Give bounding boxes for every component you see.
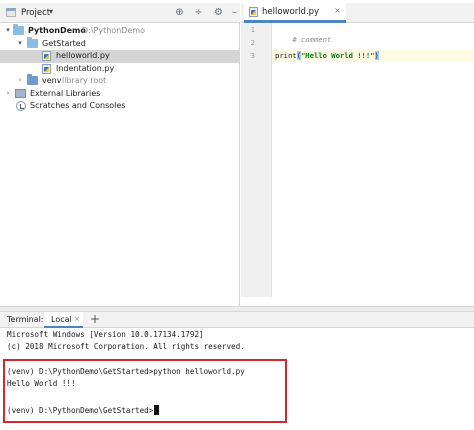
tree-item-label: Indentation.py bbox=[56, 63, 115, 73]
tree-item-label: venv bbox=[42, 76, 62, 85]
chevron-down-icon[interactable]: ▾ bbox=[16, 39, 24, 47]
tab-local[interactable]: Local × bbox=[44, 312, 83, 328]
terminal-label: Terminal: bbox=[7, 315, 44, 324]
line-number: 1 bbox=[250, 26, 255, 34]
terminal-line: Microsoft Windows [Version 10.0.17134.17… bbox=[7, 330, 204, 339]
chevron-right-icon[interactable]: › bbox=[16, 76, 24, 84]
line-number-gutter: 1 2 3 bbox=[241, 23, 272, 297]
code-paren-close: ) bbox=[374, 51, 379, 60]
target-icon[interactable]: ⊕ bbox=[173, 6, 186, 19]
line-number: 2 bbox=[250, 39, 255, 47]
tree-item-indentation[interactable]: Indentation.py bbox=[0, 63, 240, 76]
tree-item-label: helloworld.py bbox=[56, 51, 110, 60]
folder-icon bbox=[13, 24, 24, 35]
libraries-icon bbox=[15, 88, 26, 98]
chevron-down-icon[interactable]: ▾ bbox=[4, 26, 12, 34]
collapse-icon[interactable]: ÷ bbox=[192, 6, 205, 19]
tree-item-label: GetStarted bbox=[42, 38, 86, 48]
project-tree: ▾ PythonDemo D:\PythonDemo ▾ GetStarted … bbox=[0, 23, 240, 306]
tree-item-path: D:\PythonDemo bbox=[82, 26, 146, 35]
project-panel-header: Project ▾ ⊕ ÷ ⚙ – bbox=[0, 3, 240, 23]
add-terminal-button[interactable]: + bbox=[90, 312, 100, 326]
code-comment: # comment bbox=[292, 35, 332, 44]
close-icon[interactable]: × bbox=[74, 315, 80, 323]
tree-item-label: External Libraries bbox=[30, 88, 101, 98]
code-function: print bbox=[275, 51, 297, 60]
tree-item-label: PythonDemo bbox=[28, 26, 86, 35]
chevron-right-icon[interactable]: › bbox=[4, 89, 12, 97]
tab-helloworld[interactable]: helloworld.py × bbox=[244, 3, 346, 23]
tree-item-helloworld[interactable]: helloworld.py bbox=[0, 50, 240, 63]
editor-tab-bar: helloworld.py × bbox=[241, 3, 474, 23]
folder-icon bbox=[27, 74, 38, 85]
highlight-box bbox=[3, 359, 287, 423]
tree-item-external-libraries[interactable]: › External Libraries bbox=[0, 88, 240, 101]
terminal-output[interactable]: Microsoft Windows [Version 10.0.17134.17… bbox=[0, 328, 474, 430]
terminal-header: Terminal: Local × + bbox=[0, 312, 474, 328]
tab-label: Local bbox=[51, 315, 72, 324]
python-file-icon bbox=[42, 63, 51, 74]
gear-icon[interactable]: ⚙ bbox=[212, 6, 225, 19]
terminal-line: (c) 2018 Microsoft Corporation. All righ… bbox=[7, 342, 245, 351]
tab-label: helloworld.py bbox=[262, 7, 320, 17]
tree-item-venv[interactable]: › venv library root bbox=[0, 74, 240, 88]
code-line-3: print("Hello World !!!") bbox=[275, 51, 379, 61]
chevron-down-icon[interactable]: ▾ bbox=[49, 7, 53, 16]
project-panel-title[interactable]: Project bbox=[21, 8, 50, 18]
tree-item-getstarted[interactable]: ▾ GetStarted bbox=[0, 36, 240, 51]
python-file-icon bbox=[42, 51, 51, 61]
tree-item-pythondemo[interactable]: ▾ PythonDemo D:\PythonDemo bbox=[0, 24, 240, 38]
minimize-icon[interactable]: – bbox=[228, 6, 241, 19]
python-file-icon bbox=[249, 7, 258, 17]
folder-icon bbox=[27, 36, 38, 48]
line-number: 3 bbox=[250, 52, 255, 60]
close-icon[interactable]: × bbox=[334, 6, 341, 15]
tree-item-hint: library root bbox=[62, 76, 107, 85]
project-icon bbox=[6, 8, 16, 17]
tree-item-scratches[interactable]: Scratches and Consoles bbox=[0, 100, 240, 113]
tree-item-label: Scratches and Consoles bbox=[30, 101, 126, 110]
scratches-icon bbox=[16, 101, 26, 111]
code-string: "Hello World !!!" bbox=[300, 51, 375, 60]
code-editor[interactable]: # comment print("Hello World !!!") bbox=[272, 23, 474, 297]
